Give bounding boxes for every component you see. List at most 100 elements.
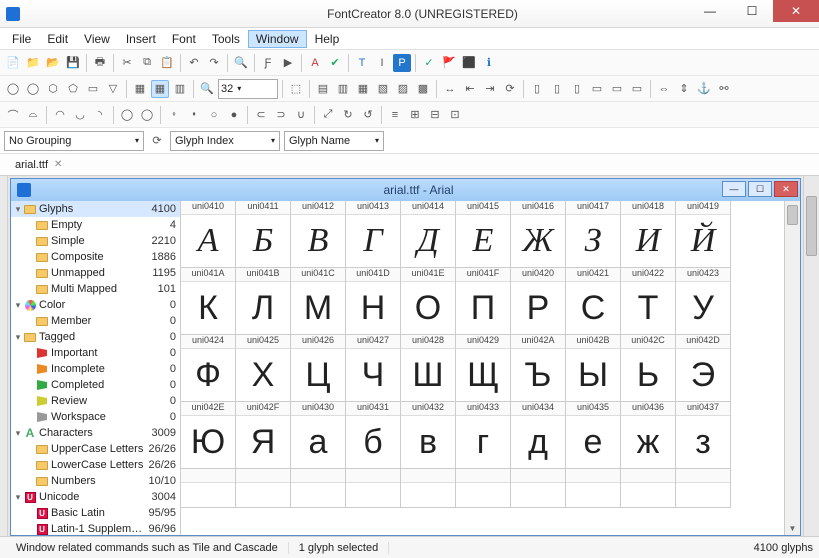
shape4-icon[interactable]: ⬠: [64, 80, 82, 98]
menu-edit[interactable]: Edit: [39, 30, 76, 48]
glyph-cell[interactable]: uni0427Ч: [345, 334, 401, 402]
glyph-cell[interactable]: uni0432в: [400, 401, 456, 469]
tile6-icon[interactable]: ▩: [414, 80, 432, 98]
scroll-down-icon[interactable]: ▼: [785, 521, 800, 535]
shape5-icon[interactable]: ▭: [84, 80, 102, 98]
glyph-cell[interactable]: uni041AК: [181, 267, 236, 335]
save-icon[interactable]: 💾: [64, 54, 82, 72]
tab-arial[interactable]: arial.ttf ✕: [6, 156, 71, 174]
glyph-cell[interactable]: uni0436ж: [620, 401, 676, 469]
glyph-cell[interactable]: uni0416Ж: [510, 201, 566, 268]
glyph-cell[interactable]: uni0420Р: [510, 267, 566, 335]
glyph-cell[interactable]: uni041FП: [455, 267, 511, 335]
grouping-combo[interactable]: No Grouping▾: [4, 131, 144, 151]
open-icon[interactable]: 📂: [44, 54, 62, 72]
cut-icon[interactable]: ✂: [118, 54, 136, 72]
glyph-cell[interactable]: uni0418И: [620, 201, 676, 268]
glyph-cell[interactable]: uni0433г: [455, 401, 511, 469]
menu-help[interactable]: Help: [307, 30, 348, 48]
tree-item[interactable]: UpperCase Letters26/26: [11, 441, 180, 457]
dist-v-icon[interactable]: ⇕: [675, 80, 693, 98]
font-properties-icon[interactable]: Ƒ: [259, 54, 277, 72]
glyph-cell[interactable]: uni0419Й: [675, 201, 731, 268]
glyph-cell[interactable]: [235, 468, 291, 508]
path3-icon[interactable]: ◝: [91, 106, 109, 124]
tree-item[interactable]: ▾Tagged0: [11, 329, 180, 345]
glyph-cell[interactable]: uni0414Д: [400, 201, 456, 268]
glyph-cell[interactable]: uni0426Ц: [290, 334, 346, 402]
align-t-icon[interactable]: ▭: [588, 80, 606, 98]
zoom-icon[interactable]: 🔍: [198, 80, 216, 98]
close-button[interactable]: ✕: [773, 0, 819, 22]
dist-h-icon[interactable]: ⇔: [655, 80, 673, 98]
glyph-cell[interactable]: [620, 468, 676, 508]
glyph-cell[interactable]: uni0422Т: [620, 267, 676, 335]
glyph-cell[interactable]: [345, 468, 401, 508]
glyph-cell[interactable]: uni042BЫ: [565, 334, 621, 402]
align-l-icon[interactable]: ▯: [528, 80, 546, 98]
glyph-cell[interactable]: uni0423У: [675, 267, 731, 335]
glyph-cell[interactable]: [565, 468, 621, 508]
guide2-icon[interactable]: ⊞: [406, 106, 424, 124]
zoom-level-combo[interactable]: 32▾: [218, 79, 278, 99]
tree-item[interactable]: ULatin-1 Supplement96/96: [11, 521, 180, 535]
glyph-cell[interactable]: uni042DЭ: [675, 334, 731, 402]
glyph-cell[interactable]: uni0424Ф: [181, 334, 236, 402]
mdi-titlebar[interactable]: arial.ttf - Arial — ☐ ✕: [11, 179, 800, 201]
glyph-cell[interactable]: uni041DН: [345, 267, 401, 335]
menu-file[interactable]: File: [4, 30, 39, 48]
run-icon[interactable]: ▶: [279, 54, 297, 72]
glyph-cell[interactable]: uni0417З: [565, 201, 621, 268]
node2-icon[interactable]: ⬪: [185, 106, 203, 124]
glyph-cell[interactable]: uni0412В: [290, 201, 346, 268]
node3-icon[interactable]: ○: [205, 106, 223, 124]
node4-icon[interactable]: ●: [225, 106, 243, 124]
new-icon[interactable]: 📄: [4, 54, 22, 72]
shape3-icon[interactable]: ⬡: [44, 80, 62, 98]
contour2-icon[interactable]: ⊃: [272, 106, 290, 124]
glyph-cell[interactable]: uni041BЛ: [235, 267, 291, 335]
find-icon[interactable]: 🔍: [232, 54, 250, 72]
layer2-icon[interactable]: ▦: [151, 80, 169, 98]
name-combo[interactable]: Glyph Name▾: [284, 131, 384, 151]
filter-refresh-icon[interactable]: ⟳: [148, 132, 166, 150]
shape6-icon[interactable]: ▽: [104, 80, 122, 98]
path2-icon[interactable]: ◡: [71, 106, 89, 124]
menu-view[interactable]: View: [76, 30, 118, 48]
tree-item[interactable]: UBasic Latin95/95: [11, 505, 180, 521]
glyph-cell[interactable]: [510, 468, 566, 508]
tree-item[interactable]: ▾UUnicode3004: [11, 489, 180, 505]
test-t-icon[interactable]: T: [353, 54, 371, 72]
anchor-icon[interactable]: ⚓: [695, 80, 713, 98]
guide1-icon[interactable]: ≡: [386, 106, 404, 124]
glyph-cell[interactable]: uni041CМ: [290, 267, 346, 335]
mdi-close-button[interactable]: ✕: [774, 181, 798, 197]
tree-item[interactable]: Important0: [11, 345, 180, 361]
mark-v-icon[interactable]: ✔: [326, 54, 344, 72]
tile4-icon[interactable]: ▧: [374, 80, 392, 98]
contour3-icon[interactable]: ∪: [292, 106, 310, 124]
tree-item[interactable]: Multi Mapped101: [11, 281, 180, 297]
outer-scroll-thumb[interactable]: [806, 196, 817, 256]
mark-a-icon[interactable]: A: [306, 54, 324, 72]
align-b-icon[interactable]: ▭: [628, 80, 646, 98]
tree-item[interactable]: Empty4: [11, 217, 180, 233]
minimize-button[interactable]: —: [689, 0, 731, 22]
guide4-icon[interactable]: ⊡: [446, 106, 464, 124]
tile2-icon[interactable]: ▥: [334, 80, 352, 98]
mdi-maximize-button[interactable]: ☐: [748, 181, 772, 197]
flag-icon[interactable]: 🚩: [440, 54, 458, 72]
glyph-cell[interactable]: uni0421С: [565, 267, 621, 335]
link-icon[interactable]: ⚯: [715, 80, 733, 98]
send-forward-icon[interactable]: ⇥: [481, 80, 499, 98]
undo-icon[interactable]: ↶: [185, 54, 203, 72]
tile5-icon[interactable]: ▨: [394, 80, 412, 98]
shape2-icon[interactable]: ◯: [24, 80, 42, 98]
tree-item[interactable]: Review0: [11, 393, 180, 409]
glyph-grid[interactable]: uni0410Аuni0411Бuni0412Вuni0413Гuni0414Д…: [181, 201, 784, 535]
tree-item[interactable]: Workspace0: [11, 409, 180, 425]
glyph-cell[interactable]: uni0434д: [510, 401, 566, 469]
glyph-cell[interactable]: uni0425Х: [235, 334, 291, 402]
shape1-icon[interactable]: ◯: [4, 80, 22, 98]
transform1-icon[interactable]: ⤢: [319, 106, 337, 124]
